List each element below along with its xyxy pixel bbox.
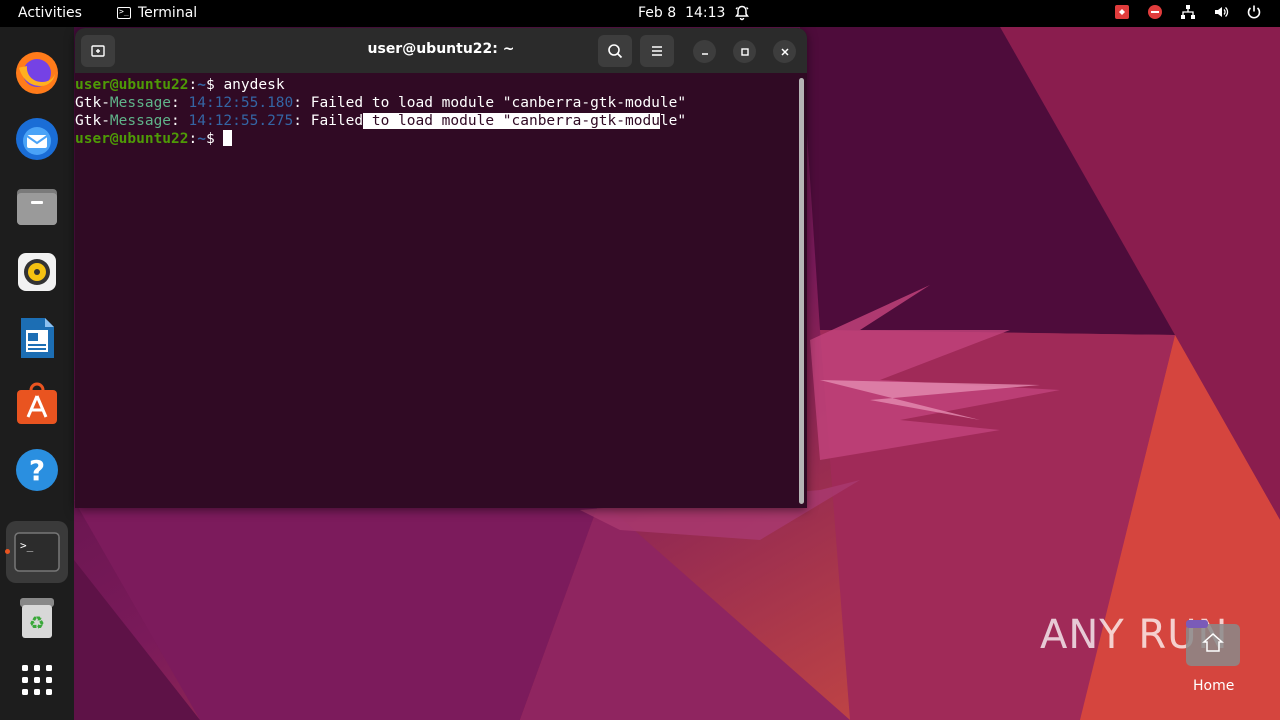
search-icon [608, 44, 623, 59]
svg-text:?: ? [29, 454, 45, 487]
system-tray[interactable] [1114, 4, 1262, 24]
top-bar: Activities >_ Terminal Feb 8 14:13 [0, 0, 1280, 27]
terminal-line: user@ubuntu22:~$ [75, 130, 233, 148]
terminal-small-icon: >_ [117, 7, 131, 19]
clock-date: Feb 8 [638, 5, 677, 21]
log-text: : Failed [293, 113, 364, 129]
close-icon [780, 47, 789, 56]
log-timestamp: 14:12:55.180 [188, 95, 294, 111]
command-text: anydesk [223, 77, 285, 93]
prompt-symbol: $ [205, 131, 224, 147]
minimize-button[interactable] [693, 40, 716, 63]
power-icon[interactable] [1246, 4, 1262, 24]
prompt-symbol: $ [205, 77, 224, 93]
volume-icon[interactable] [1213, 4, 1229, 24]
terminal-line: Gtk-Message: 14:12:55.180: Failed to loa… [75, 94, 686, 112]
network-icon[interactable] [1180, 4, 1196, 24]
terminal-scrollbar[interactable] [799, 78, 804, 504]
terminal-window[interactable]: user@ubuntu22: ~ user@ubuntu22:~$ anydes… [75, 28, 807, 508]
svg-text:>_: >_ [20, 539, 34, 552]
rhythmbox-icon[interactable] [12, 247, 62, 297]
libreoffice-writer-icon[interactable] [12, 313, 62, 363]
search-button[interactable] [598, 35, 632, 67]
anydesk-tray-icon[interactable] [1114, 4, 1130, 24]
help-icon[interactable]: ? [12, 445, 62, 495]
log-prefix: Gtk- [75, 113, 110, 129]
svg-text:♻: ♻ [29, 613, 45, 634]
app-menu-label: Terminal [138, 5, 198, 21]
terminal-line: user@ubuntu22:~$ anydesk [75, 76, 285, 94]
prompt-separator: : [188, 77, 198, 93]
app-menu[interactable]: >_ Terminal [117, 5, 197, 21]
close-button[interactable] [773, 40, 796, 63]
prompt-path: ~ [197, 131, 206, 147]
dock: ? >_ ♻ [0, 27, 74, 720]
log-level: Message [109, 113, 172, 129]
log-timestamp: 14:12:55.275 [188, 113, 294, 129]
maximize-icon [740, 47, 749, 56]
terminal-headerbar[interactable]: user@ubuntu22: ~ [75, 28, 807, 73]
prompt-path: ~ [197, 77, 206, 93]
terminal-line: Gtk-Message: 14:12:55.275: Failed to loa… [75, 112, 686, 130]
log-prefix: Gtk- [75, 95, 110, 111]
log-level: Message [109, 95, 172, 111]
do-not-disturb-icon[interactable] [1147, 4, 1163, 24]
log-text: le" [659, 113, 687, 129]
trash-icon[interactable]: ♻ [12, 593, 62, 643]
prompt-user: user@ubuntu22 [75, 77, 189, 93]
terminal-icon[interactable]: >_ [6, 521, 68, 583]
menu-button[interactable] [640, 35, 674, 67]
text-selection[interactable]: to load module "canberra-gtk-modu [363, 113, 660, 129]
files-icon[interactable] [12, 181, 62, 231]
clock[interactable]: Feb 8 14:13 [638, 5, 725, 21]
app-center-icon[interactable] [12, 379, 62, 429]
home-folder-label[interactable]: Home [1193, 678, 1234, 694]
activities-button[interactable]: Activities [18, 5, 82, 21]
prompt-user: user@ubuntu22 [75, 131, 189, 147]
clock-time: 14:13 [685, 5, 726, 21]
running-indicator [5, 549, 10, 554]
maximize-button[interactable] [733, 40, 756, 63]
firefox-icon[interactable] [12, 48, 62, 98]
text-cursor [223, 130, 233, 146]
show-apps-icon[interactable] [12, 655, 62, 705]
thunderbird-icon[interactable] [12, 114, 62, 164]
log-colon: : [171, 95, 189, 111]
home-folder-icon[interactable] [1186, 620, 1240, 666]
notification-bell-icon[interactable] [734, 5, 750, 25]
log-colon: : [171, 113, 189, 129]
terminal-output[interactable]: user@ubuntu22:~$ anydesk Gtk-Message: 14… [75, 74, 795, 508]
minimize-icon [701, 52, 708, 55]
hamburger-menu-icon [652, 46, 662, 56]
prompt-separator: : [188, 131, 198, 147]
log-text: : Failed to load module "canberra-gtk-mo… [293, 95, 687, 111]
